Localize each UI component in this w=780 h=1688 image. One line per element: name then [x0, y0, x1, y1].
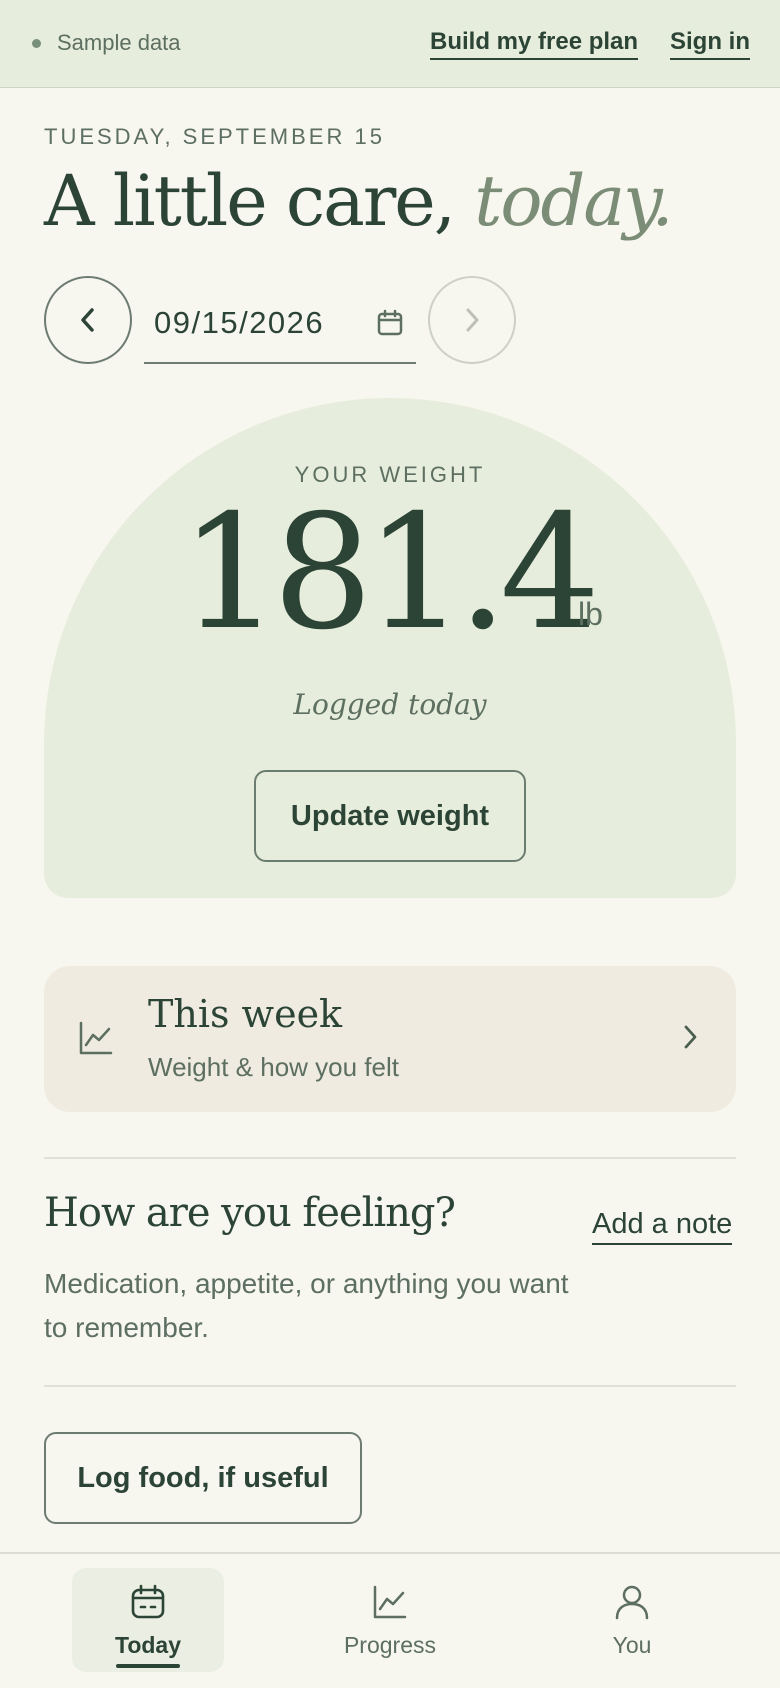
chevron-left-icon: [81, 308, 94, 332]
sign-in-link[interactable]: Sign in: [670, 28, 750, 60]
week-card-title: This week: [148, 992, 343, 1036]
person-icon: [615, 1585, 649, 1620]
weight-status: Logged today: [293, 688, 487, 721]
date-input[interactable]: 09/15/2026: [144, 284, 416, 364]
page-title: A little care, today.: [44, 160, 674, 242]
calendar-face-icon: [131, 1584, 165, 1619]
tab-you[interactable]: You: [556, 1568, 708, 1672]
update-weight-button[interactable]: Update weight: [254, 770, 526, 862]
week-card-subtitle: Weight & how you felt: [148, 1052, 399, 1082]
feeling-title: How are you feeling?: [44, 1190, 456, 1236]
date-label: TUESDAY, SEPTEMBER 15: [44, 124, 385, 149]
line-chart-icon: [79, 1021, 113, 1055]
divider: [44, 1157, 736, 1159]
status-dot-icon: [32, 38, 41, 48]
tab-progress-label: Progress: [343, 1632, 437, 1658]
chevron-right-icon: [684, 1025, 697, 1049]
chevron-right-icon: [466, 308, 479, 332]
log-food-button[interactable]: Log food, if useful: [44, 1432, 362, 1524]
previous-day-button[interactable]: [44, 276, 132, 364]
bottom-nav: Today Progress You: [0, 1552, 780, 1688]
sample-data-indicator: Sample data: [32, 30, 181, 56]
tab-today-label: Today: [114, 1632, 182, 1658]
add-note-link[interactable]: Add a note: [592, 1208, 733, 1245]
tab-today[interactable]: Today: [72, 1568, 224, 1672]
divider: [44, 1385, 736, 1387]
date-value: 09/15/2026: [154, 305, 325, 340]
this-week-card[interactable]: This week Weight & how you felt: [44, 966, 736, 1112]
calendar-icon[interactable]: [376, 309, 404, 337]
headline-accent: today.: [474, 160, 673, 242]
top-bar: Sample data Build my free plan Sign in: [0, 0, 780, 88]
active-tab-indicator: [116, 1664, 180, 1668]
next-day-button[interactable]: [428, 276, 516, 364]
build-plan-link[interactable]: Build my free plan: [430, 28, 639, 60]
feeling-description: Medication, appetite, or anything you wa…: [44, 1268, 569, 1343]
tab-you-label: You: [612, 1632, 652, 1658]
weight-value: 181.4: [180, 481, 600, 665]
weight-unit: lb: [578, 596, 603, 632]
tab-progress[interactable]: Progress: [314, 1568, 466, 1672]
headline-main: A little care,: [44, 160, 456, 242]
weight-card: YOUR WEIGHT 181.4 lb Logged today Update…: [44, 398, 736, 898]
line-chart-icon: [373, 1585, 407, 1619]
sample-data-label: Sample data: [57, 30, 181, 55]
